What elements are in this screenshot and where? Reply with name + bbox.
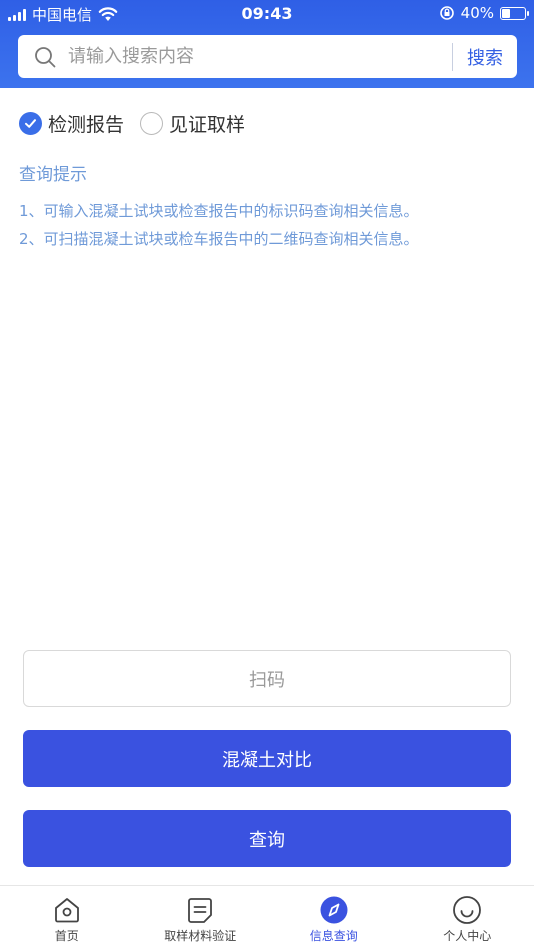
tips-line: 2、可扫描混凝土试块或检车报告中的二维码查询相关信息。: [19, 230, 419, 248]
status-right: 40%: [439, 4, 529, 22]
query-button[interactable]: 查询: [23, 810, 511, 867]
search-button[interactable]: 搜索: [453, 35, 517, 78]
tab-label: 信息查询: [309, 929, 358, 943]
battery-percent: 40%: [460, 4, 494, 22]
status-bar: 中国电信 09:43 40%: [0, 0, 534, 28]
tab-personal-center[interactable]: 个人中心: [401, 886, 534, 950]
radio-inspection-report[interactable]: 检测报告: [19, 110, 124, 137]
tips-title: 查询提示: [19, 165, 87, 185]
search-input[interactable]: [56, 35, 452, 78]
report-type-group: 检测报告 见证取样: [19, 110, 261, 137]
search-icon: [35, 46, 56, 67]
compass-icon: [320, 896, 348, 924]
battery-icon: [500, 6, 529, 20]
tab-home[interactable]: 首页: [0, 886, 134, 950]
checked-radio-icon: [19, 112, 42, 135]
rotation-lock-icon: [439, 6, 454, 20]
tab-label: 个人中心: [443, 929, 492, 943]
radio-label: 见证取样: [169, 114, 246, 136]
search-bar: 搜索: [18, 35, 517, 78]
tab-sample-verification[interactable]: 取样材料验证: [134, 886, 268, 950]
concrete-compare-button[interactable]: 混凝土对比: [23, 730, 511, 787]
scan-button[interactable]: 扫码: [23, 650, 511, 707]
home-icon: [54, 898, 79, 923]
tab-bar: 首页 取样材料验证 信息查询 个人中心: [0, 885, 534, 950]
tab-label: 取样材料验证: [164, 929, 237, 943]
radio-witness-sampling[interactable]: 见证取样: [140, 110, 245, 137]
tab-label: 首页: [54, 929, 79, 943]
unchecked-radio-icon: [140, 112, 164, 135]
document-icon: [188, 898, 213, 923]
smiley-icon: [453, 896, 482, 924]
battery-fill: [502, 8, 510, 18]
header: 中国电信 09:43 40% 搜索: [0, 0, 534, 88]
radio-label: 检测报告: [48, 114, 125, 136]
tab-info-query[interactable]: 信息查询: [267, 886, 401, 950]
tips-line: 1、可输入混凝土试块或检查报告中的标识码查询相关信息。: [19, 202, 419, 220]
query-tips: 查询提示 1、可输入混凝土试块或检查报告中的标识码查询相关信息。 2、可扫描混凝…: [19, 160, 519, 253]
